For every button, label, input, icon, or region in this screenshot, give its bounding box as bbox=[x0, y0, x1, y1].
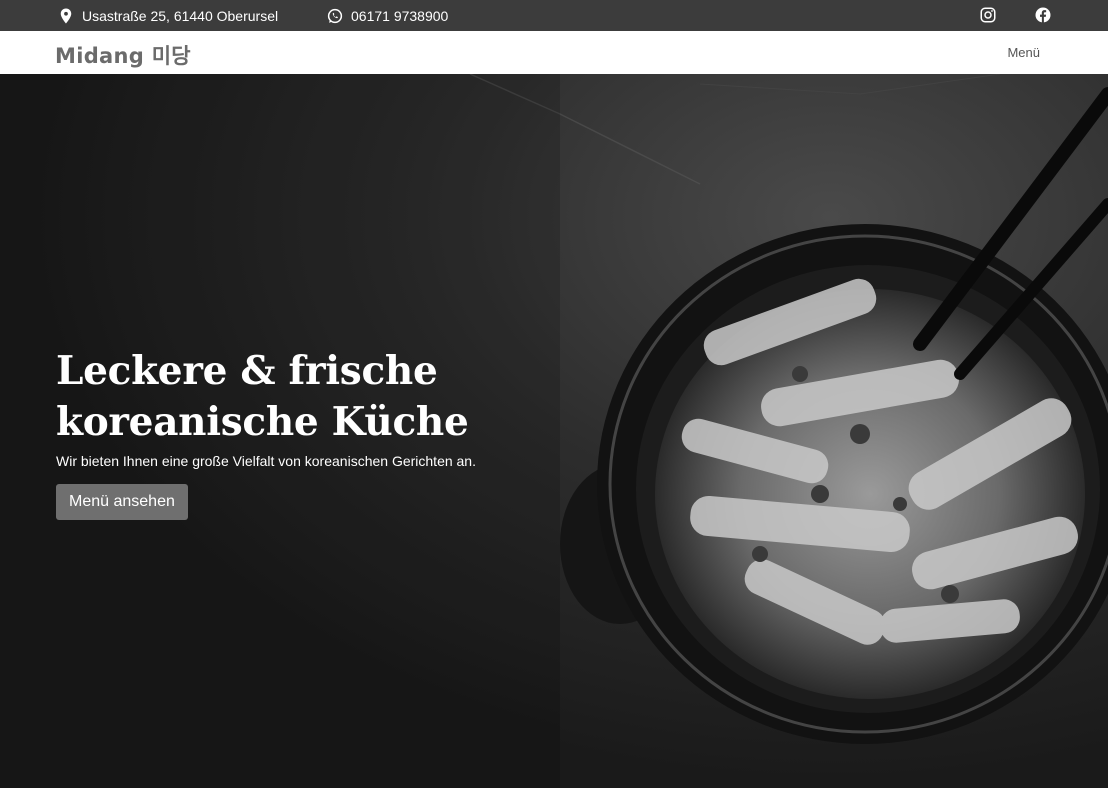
address-text: Usastraße 25, 61440 Oberursel bbox=[82, 7, 279, 24]
phone-link[interactable]: 06171 9738900 bbox=[326, 0, 448, 31]
whatsapp-icon bbox=[326, 7, 344, 25]
hero-subtitle: Wir bieten Ihnen eine große Vielfalt von… bbox=[56, 453, 476, 469]
hero-title-line2: koreanische Küche bbox=[56, 399, 469, 445]
nav-menu-link[interactable]: Menü bbox=[1007, 45, 1040, 60]
hero-title-line1: Leckere & frische bbox=[56, 348, 438, 394]
brand-logo[interactable]: Midang 미당 bbox=[55, 40, 191, 70]
facebook-icon[interactable] bbox=[1034, 6, 1052, 27]
map-pin-icon bbox=[57, 7, 75, 25]
view-menu-button[interactable]: Menü ansehen bbox=[56, 484, 188, 520]
phone-text: 06171 9738900 bbox=[351, 7, 449, 24]
navbar: Midang 미당 Menü bbox=[0, 31, 1108, 75]
instagram-icon[interactable] bbox=[979, 6, 997, 27]
address-link[interactable]: Usastraße 25, 61440 Oberursel bbox=[57, 0, 278, 31]
hero-title: Leckere & frische koreanische Küche bbox=[56, 346, 536, 448]
hero-section: Leckere & frische koreanische Küche Wir … bbox=[0, 74, 1108, 788]
top-info-bar: Usastraße 25, 61440 Oberursel 06171 9738… bbox=[0, 0, 1108, 31]
